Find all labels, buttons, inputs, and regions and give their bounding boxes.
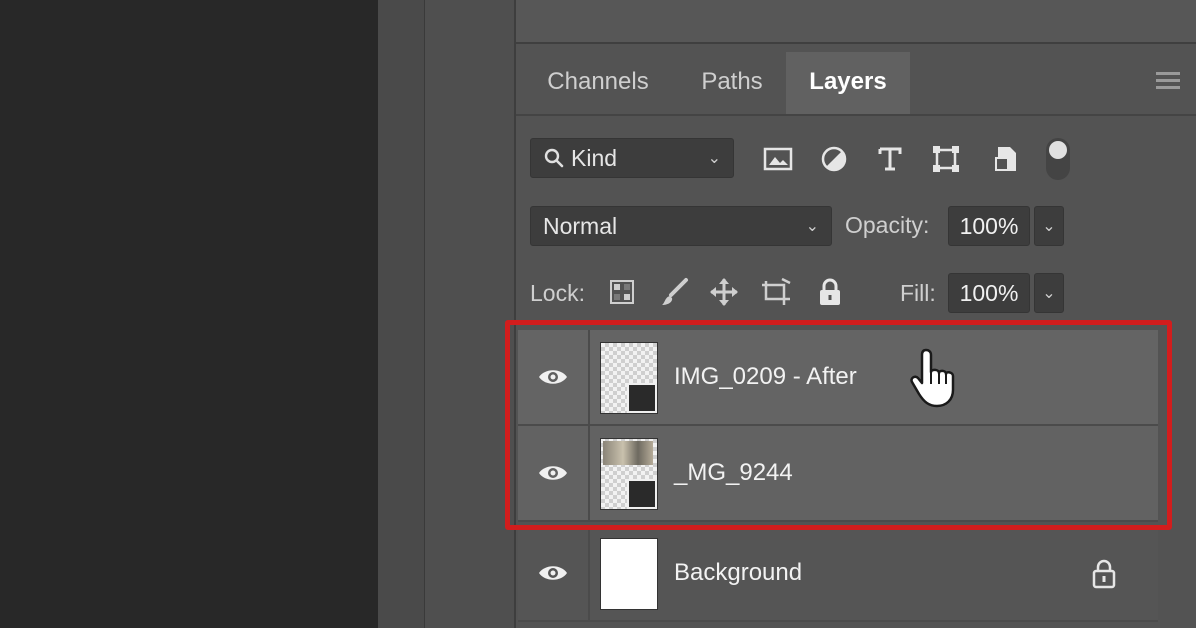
panel-dock-column (425, 0, 514, 628)
visibility-toggle[interactable] (518, 526, 590, 620)
panel-top-strip (516, 0, 1196, 44)
filter-kind-select[interactable]: Kind ⌄ (530, 138, 734, 178)
filter-toggle-switch[interactable] (1046, 138, 1070, 180)
tab-divider (516, 114, 1196, 116)
fill-field[interactable]: 100% (948, 273, 1030, 313)
panel-menu-icon[interactable] (1156, 72, 1180, 90)
lock-all-icon[interactable] (814, 276, 846, 308)
chevron-down-icon: ⌄ (707, 150, 721, 167)
chevron-down-icon: ⌄ (1042, 285, 1056, 302)
lock-image-icon[interactable] (658, 276, 690, 308)
layer-thumbnail (600, 538, 658, 610)
lock-transparent-icon[interactable] (606, 276, 638, 308)
type-filter-icon[interactable] (874, 143, 906, 175)
fill-dropdown-button[interactable]: ⌄ (1034, 273, 1064, 313)
tab-channels[interactable]: Channels (518, 52, 678, 116)
opacity-dropdown-button[interactable]: ⌄ (1034, 206, 1064, 246)
panel-dock-column (378, 0, 425, 628)
opacity-label: Opacity: (845, 212, 930, 238)
chevron-down-icon: ⌄ (805, 218, 819, 235)
image-filter-icon[interactable] (762, 143, 794, 175)
layer-lock-icon (1092, 559, 1116, 589)
blend-mode-select[interactable]: Normal ⌄ (530, 206, 832, 246)
fill-label: Fill: (900, 280, 936, 306)
chevron-down-icon: ⌄ (1042, 218, 1056, 235)
filter-kind-label: Kind (571, 144, 618, 171)
lock-position-icon[interactable] (708, 276, 740, 308)
lock-label: Lock: (530, 280, 585, 306)
smart-object-filter-icon[interactable] (990, 143, 1022, 175)
hand-cursor-icon (910, 348, 955, 408)
opacity-field[interactable]: 100% (948, 206, 1030, 246)
adjustment-filter-icon[interactable] (818, 143, 850, 175)
eye-icon[interactable] (537, 563, 569, 583)
search-icon (544, 148, 564, 168)
canvas-area (0, 0, 378, 628)
selection-highlight-box (505, 320, 1172, 530)
layer-name[interactable]: Background (674, 526, 802, 620)
layer-row[interactable]: Background (518, 526, 1158, 622)
blend-mode-label: Normal (543, 212, 618, 239)
tab-paths[interactable]: Paths (678, 52, 786, 116)
tab-layers[interactable]: Layers (786, 52, 910, 116)
shape-filter-icon[interactable] (930, 143, 962, 175)
lock-artboard-icon[interactable] (760, 276, 792, 308)
